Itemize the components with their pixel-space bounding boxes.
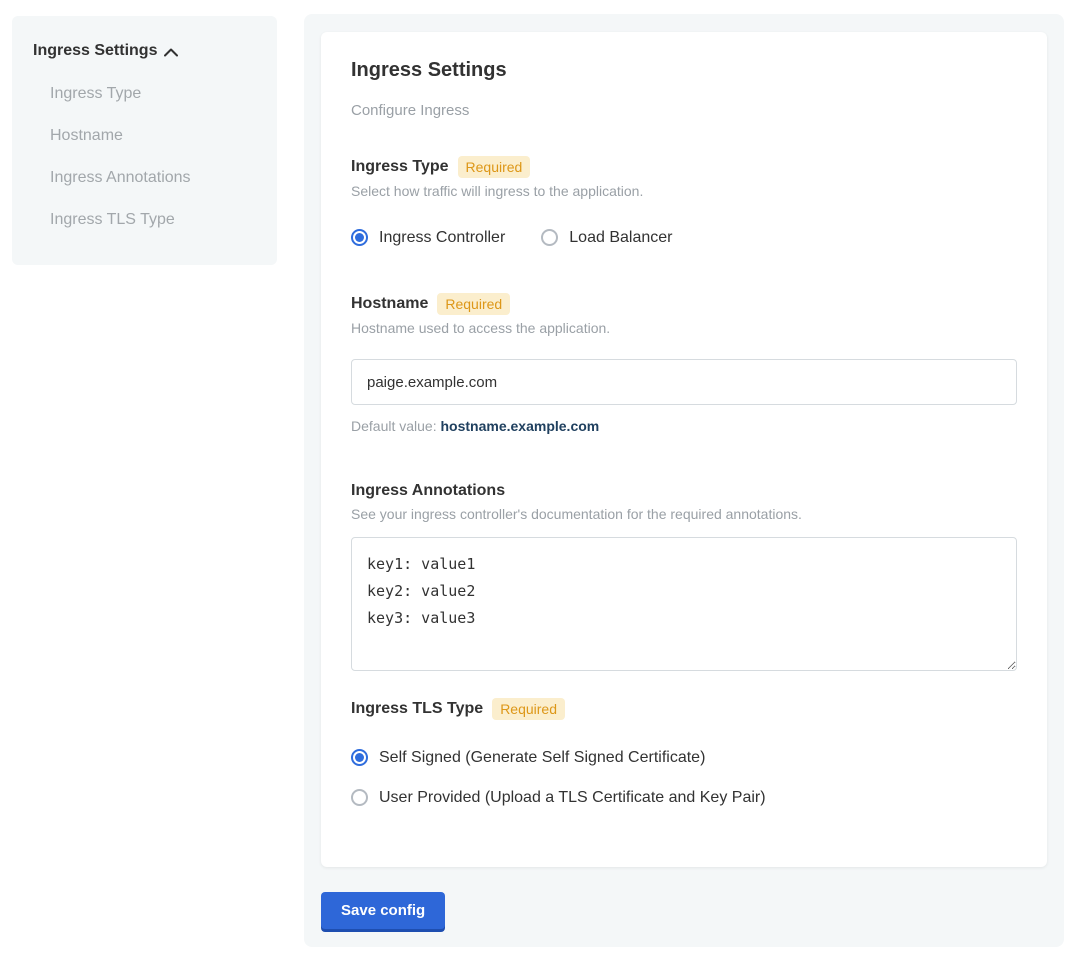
radio-selected-icon <box>351 229 368 246</box>
card-title: Ingress Settings <box>351 58 1017 82</box>
radio-unselected-icon <box>541 229 558 246</box>
hostname-input[interactable] <box>351 359 1017 405</box>
chevron-up-icon <box>164 48 178 57</box>
radio-unselected-icon <box>351 789 368 806</box>
field-ingress-tls-type: Ingress TLS Type Required Self Signed (G… <box>351 698 1017 807</box>
tls-label: Ingress TLS Type <box>351 699 483 719</box>
sidebar-item-list: Ingress Type Hostname Ingress Annotation… <box>33 84 257 229</box>
radio-option-ingress-controller[interactable]: Ingress Controller <box>351 228 505 247</box>
tls-options: Self Signed (Generate Self Signed Certif… <box>351 748 1017 807</box>
ingress-settings-card: Ingress Settings Configure Ingress Ingre… <box>321 32 1047 867</box>
default-value-prefix: Default value: <box>351 418 441 434</box>
config-nav-sidebar: Ingress Settings Ingress Type Hostname I… <box>12 16 277 265</box>
tls-heading: Ingress TLS Type Required <box>351 698 1017 720</box>
ingress-type-heading: Ingress Type Required <box>351 156 1017 178</box>
field-ingress-annotations: Ingress Annotations See your ingress con… <box>351 481 1017 676</box>
radio-option-label: Ingress Controller <box>379 228 505 247</box>
card-subtitle: Configure Ingress <box>351 102 1017 120</box>
save-config-button[interactable]: Save config <box>321 892 445 929</box>
sidebar-item-ingress-tls-type[interactable]: Ingress TLS Type <box>50 210 257 229</box>
radio-selected-icon <box>351 749 368 766</box>
radio-option-label: Self Signed (Generate Self Signed Certif… <box>379 748 705 767</box>
ingress-type-label: Ingress Type <box>351 157 449 177</box>
hostname-help: Hostname used to access the application. <box>351 320 1017 337</box>
annotations-textarea[interactable]: key1: value1 key2: value2 key3: value3 <box>351 537 1017 671</box>
hostname-default-line: Default value: hostname.example.com <box>351 418 1017 435</box>
sidebar-group-label: Ingress Settings <box>33 41 157 61</box>
annotations-help: See your ingress controller's documentat… <box>351 506 1017 523</box>
radio-option-self-signed[interactable]: Self Signed (Generate Self Signed Certif… <box>351 748 1017 767</box>
hostname-heading: Hostname Required <box>351 293 1017 315</box>
annotations-label: Ingress Annotations <box>351 481 505 501</box>
hostname-label: Hostname <box>351 294 428 314</box>
annotations-heading: Ingress Annotations <box>351 481 1017 501</box>
sidebar-item-ingress-type[interactable]: Ingress Type <box>50 84 257 103</box>
required-badge: Required <box>437 293 510 315</box>
radio-option-label: User Provided (Upload a TLS Certificate … <box>379 788 766 807</box>
radio-option-user-provided[interactable]: User Provided (Upload a TLS Certificate … <box>351 788 1017 807</box>
field-hostname: Hostname Required Hostname used to acces… <box>351 293 1017 435</box>
radio-option-load-balancer[interactable]: Load Balancer <box>541 228 672 247</box>
default-value-text: hostname.example.com <box>441 418 600 434</box>
ingress-type-help: Select how traffic will ingress to the a… <box>351 183 1017 200</box>
required-badge: Required <box>492 698 565 720</box>
radio-option-label: Load Balancer <box>569 228 672 247</box>
required-badge: Required <box>458 156 531 178</box>
ingress-type-options: Ingress Controller Load Balancer <box>351 228 1017 247</box>
sidebar-item-ingress-annotations[interactable]: Ingress Annotations <box>50 168 257 187</box>
sidebar-group-ingress-settings[interactable]: Ingress Settings <box>33 41 257 61</box>
field-ingress-type: Ingress Type Required Select how traffic… <box>351 156 1017 247</box>
sidebar-item-hostname[interactable]: Hostname <box>50 126 257 145</box>
config-panel: Ingress Settings Configure Ingress Ingre… <box>304 14 1064 947</box>
